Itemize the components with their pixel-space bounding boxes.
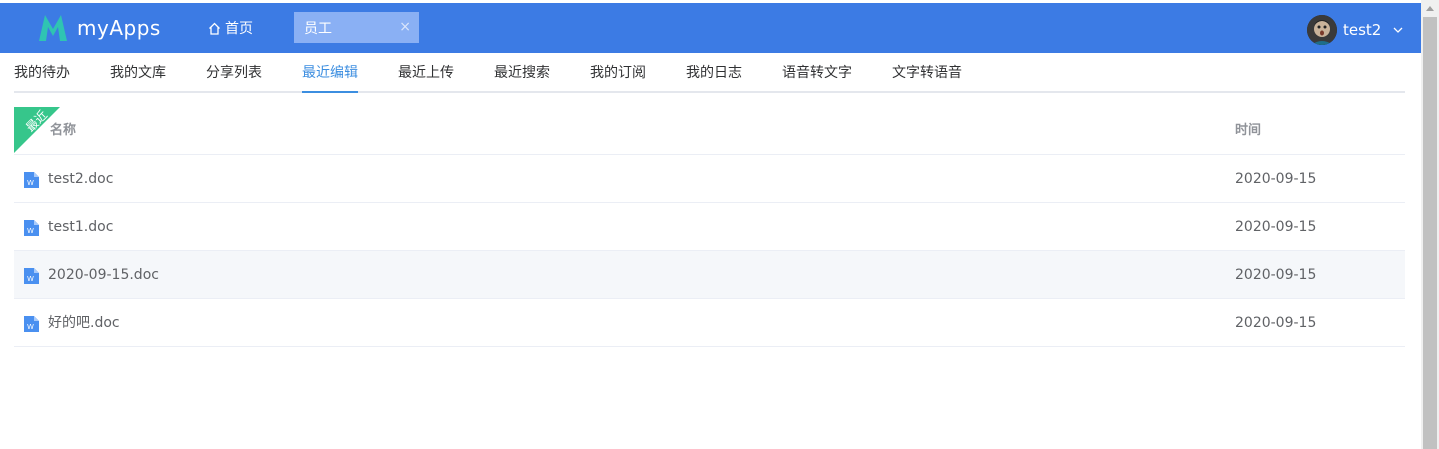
nav-tab-share-list[interactable]: 分享列表 [206, 53, 262, 93]
nav-tab-my-log[interactable]: 我的日志 [686, 53, 742, 93]
nav-tab-todo[interactable]: 我的待办 [14, 53, 70, 93]
file-name[interactable]: test1.doc [48, 203, 113, 251]
column-header-name[interactable]: 名称 [50, 107, 76, 155]
table-row[interactable]: W 好的吧.doc 2020-09-15 [14, 299, 1405, 347]
table-row[interactable]: W 2020-09-15.doc 2020-09-15 [14, 251, 1405, 299]
file-name[interactable]: 好的吧.doc [48, 299, 120, 347]
app-logo[interactable]: myApps [37, 12, 161, 44]
word-doc-icon: W [24, 220, 39, 236]
home-label: 首页 [225, 21, 253, 37]
scroll-up-arrow-icon[interactable] [1425, 4, 1435, 12]
close-icon[interactable]: × [399, 19, 411, 35]
file-time: 2020-09-15 [1235, 171, 1317, 187]
nav-tab-speech-to-text[interactable]: 语音转文字 [782, 53, 852, 93]
file-time: 2020-09-15 [1235, 219, 1317, 235]
table-row[interactable]: W test2.doc 2020-09-15 [14, 155, 1405, 203]
logo-m-icon [39, 15, 67, 41]
column-header-time[interactable]: 时间 [1235, 107, 1261, 155]
main-nav: 我的待办 我的文库 分享列表 最近编辑 最近上传 最近搜索 我的订阅 我的日志 … [14, 53, 1405, 93]
avatar[interactable] [1307, 15, 1337, 45]
svg-text:W: W [27, 323, 34, 331]
top-bar: myApps 首页 员工 × test2 [0, 3, 1421, 53]
svg-text:W: W [27, 179, 34, 187]
user-menu[interactable]: test2 [1307, 15, 1403, 45]
svg-text:W: W [27, 275, 34, 283]
table-row[interactable]: W test1.doc 2020-09-15 [14, 203, 1405, 251]
file-time: 2020-09-15 [1235, 267, 1317, 283]
active-tab-indicator [302, 91, 358, 93]
nav-tab-my-library[interactable]: 我的文库 [110, 53, 166, 93]
app-name: myApps [77, 16, 161, 40]
open-tab-employee[interactable]: 员工 × [294, 12, 419, 43]
table-header: 最近 名称 时间 [14, 107, 1405, 155]
username: test2 [1343, 21, 1382, 39]
scroll-thumb[interactable] [1423, 17, 1437, 449]
chevron-down-icon[interactable] [1393, 25, 1403, 35]
nav-tab-recent-upload[interactable]: 最近上传 [398, 53, 454, 93]
open-tab-label: 员工 [304, 20, 332, 37]
nav-tab-recent-search[interactable]: 最近搜索 [494, 53, 550, 93]
home-icon [209, 22, 220, 35]
word-doc-icon: W [24, 316, 39, 332]
word-doc-icon: W [24, 172, 39, 188]
word-doc-icon: W [24, 268, 39, 284]
file-time: 2020-09-15 [1235, 315, 1317, 331]
home-link[interactable]: 首页 [208, 17, 253, 39]
nav-tab-subscriptions[interactable]: 我的订阅 [590, 53, 646, 93]
svg-text:W: W [27, 227, 34, 235]
nav-tab-recent-edit[interactable]: 最近编辑 [302, 53, 358, 93]
file-name[interactable]: 2020-09-15.doc [48, 251, 159, 299]
file-name[interactable]: test2.doc [48, 155, 113, 203]
file-table: 最近 名称 时间 W test2.doc 2020-09-15 W test1.… [14, 107, 1405, 347]
nav-tab-text-to-speech[interactable]: 文字转语音 [892, 53, 962, 93]
vertical-scrollbar[interactable] [1421, 0, 1439, 449]
